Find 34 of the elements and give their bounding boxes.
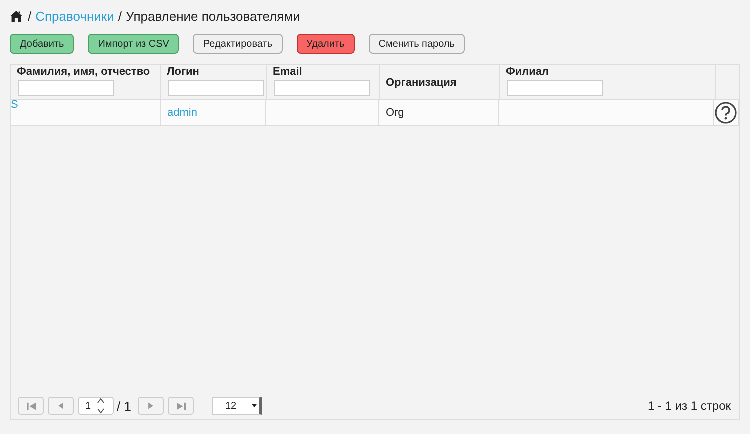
toolbar-button[interactable]: Удалить (296, 34, 355, 54)
next-page-icon (147, 402, 156, 410)
total-pages: / 1 (117, 398, 132, 414)
last-page-button[interactable] (168, 397, 194, 415)
first-page-icon (26, 402, 36, 410)
column-header: Организация (386, 77, 458, 89)
column-header: Email (273, 66, 304, 78)
breadcrumb-current: Управление пользователями (126, 9, 300, 24)
last-page-icon (176, 402, 186, 410)
previous-page-button[interactable] (48, 397, 74, 415)
next-page-button[interactable] (138, 397, 164, 415)
page-number-field[interactable]: 1 (78, 397, 114, 415)
toolbar-button[interactable]: Сменить пароль (368, 34, 465, 54)
column-header: Филиал (506, 66, 550, 78)
toolbar-button[interactable]: Добавить (10, 34, 74, 54)
home-icon[interactable] (10, 11, 23, 22)
record-count: 1 - 1 из 1 строк (648, 399, 731, 413)
filter-field[interactable] (507, 80, 603, 96)
help-icon[interactable] (715, 102, 737, 124)
column-header: Логин (167, 66, 200, 78)
dropdown-icon (252, 404, 258, 408)
spinner-arrows-icon (97, 397, 105, 415)
column-header: Фамилия, имя, отчество (17, 66, 152, 78)
filter-field[interactable] (18, 80, 114, 96)
page-size-select[interactable]: 12 (212, 397, 262, 415)
previous-page-icon (57, 402, 65, 410)
cell-text: Org (386, 106, 404, 118)
filter-field[interactable] (274, 80, 370, 96)
toolbar-button[interactable]: Импорт из CSV (88, 34, 180, 54)
breadcrumb-separator: / (118, 9, 122, 24)
breadcrumb-separator: / (28, 9, 32, 24)
first-page-button[interactable] (18, 397, 44, 415)
toolbar-button[interactable]: Редактировать (193, 34, 283, 54)
filter-field[interactable] (168, 80, 264, 96)
